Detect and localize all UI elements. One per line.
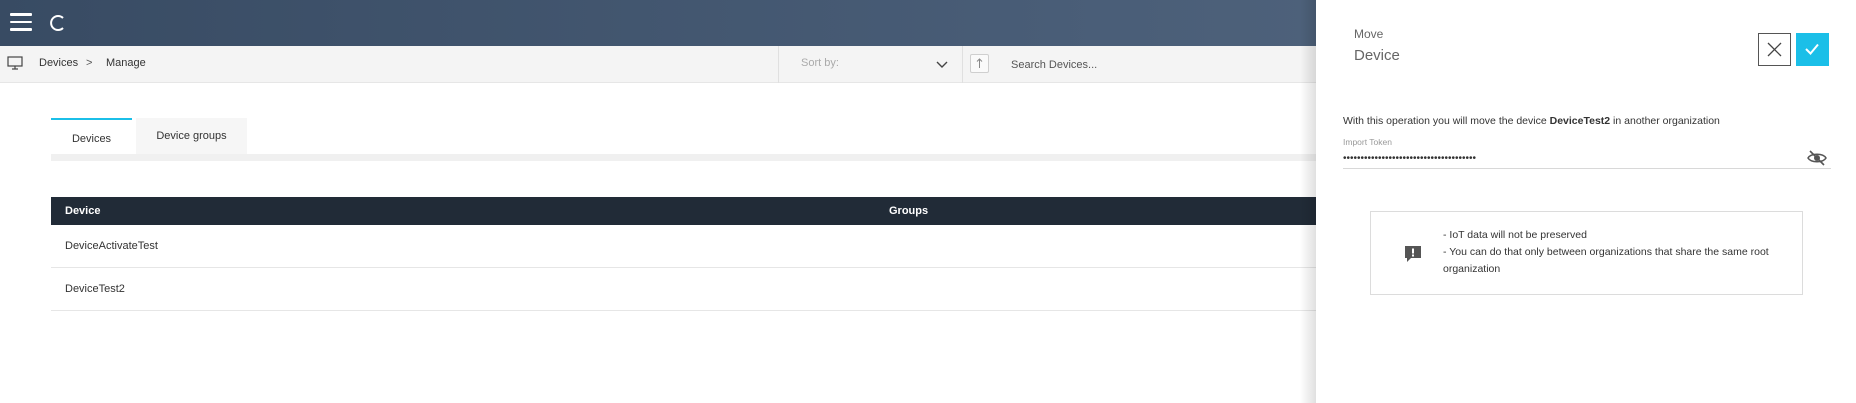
import-token-label: Import Token bbox=[1343, 137, 1392, 147]
description-prefix: With this operation you will move the de… bbox=[1343, 115, 1547, 127]
cancel-button[interactable] bbox=[1758, 33, 1791, 66]
sort-by-label: Sort by: bbox=[801, 57, 839, 69]
table-row[interactable]: DeviceTest2 bbox=[51, 268, 1316, 311]
panel-title-entity: Device bbox=[1354, 47, 1400, 64]
import-token-field[interactable] bbox=[1343, 149, 1831, 169]
close-icon bbox=[1767, 42, 1782, 57]
confirm-button[interactable] bbox=[1796, 33, 1829, 66]
loading-icon bbox=[50, 15, 64, 31]
description-suffix: in another organization bbox=[1613, 115, 1720, 127]
breadcrumb-devices[interactable]: Devices bbox=[39, 57, 78, 69]
tab-devices-label: Devices bbox=[71, 133, 112, 145]
table-header: Device Groups bbox=[51, 197, 1316, 225]
device-name: DeviceTest2 bbox=[65, 283, 125, 295]
tab-bar: Devices Device groups bbox=[51, 118, 1316, 161]
panel-shadow bbox=[1300, 0, 1316, 403]
column-header-groups[interactable]: Groups bbox=[889, 205, 928, 217]
eye-off-icon[interactable] bbox=[1807, 150, 1827, 166]
move-device-panel: Move Device With this operation you will… bbox=[1316, 0, 1856, 403]
tab-device-groups-label: Device groups bbox=[156, 130, 227, 142]
device-name: DeviceActivateTest bbox=[65, 240, 158, 252]
breadcrumb-separator: > bbox=[86, 57, 93, 69]
tab-device-groups[interactable]: Device groups bbox=[136, 118, 247, 154]
devices-table: Device Groups DeviceActivateTest DeviceT… bbox=[51, 197, 1316, 311]
table-row[interactable]: DeviceActivateTest bbox=[51, 225, 1316, 268]
tab-devices[interactable]: Devices bbox=[51, 118, 132, 154]
column-header-device[interactable]: Device bbox=[65, 205, 100, 217]
notice-line: - IoT data will not be preserved bbox=[1443, 229, 1587, 241]
monitor-icon bbox=[7, 56, 23, 70]
check-icon bbox=[1805, 43, 1819, 55]
sort-direction-button[interactable] bbox=[970, 54, 989, 73]
breadcrumb-manage: Manage bbox=[106, 57, 146, 69]
warning-notice: - IoT data will not be preserved - You c… bbox=[1370, 211, 1803, 295]
panel-title-action: Move bbox=[1354, 27, 1384, 41]
operation-description: With this operation you will move the de… bbox=[1343, 115, 1720, 127]
search-input[interactable] bbox=[996, 46, 1316, 83]
sort-arrow-icon bbox=[976, 58, 983, 68]
description-device: DeviceTest2 bbox=[1549, 115, 1611, 127]
sort-by-select[interactable]: Sort by: bbox=[778, 46, 963, 83]
notice-line: - You can do that only between organizat… bbox=[1443, 246, 1769, 275]
alert-icon bbox=[1405, 246, 1421, 262]
menu-icon[interactable] bbox=[10, 13, 32, 31]
chevron-down-icon bbox=[936, 61, 948, 68]
